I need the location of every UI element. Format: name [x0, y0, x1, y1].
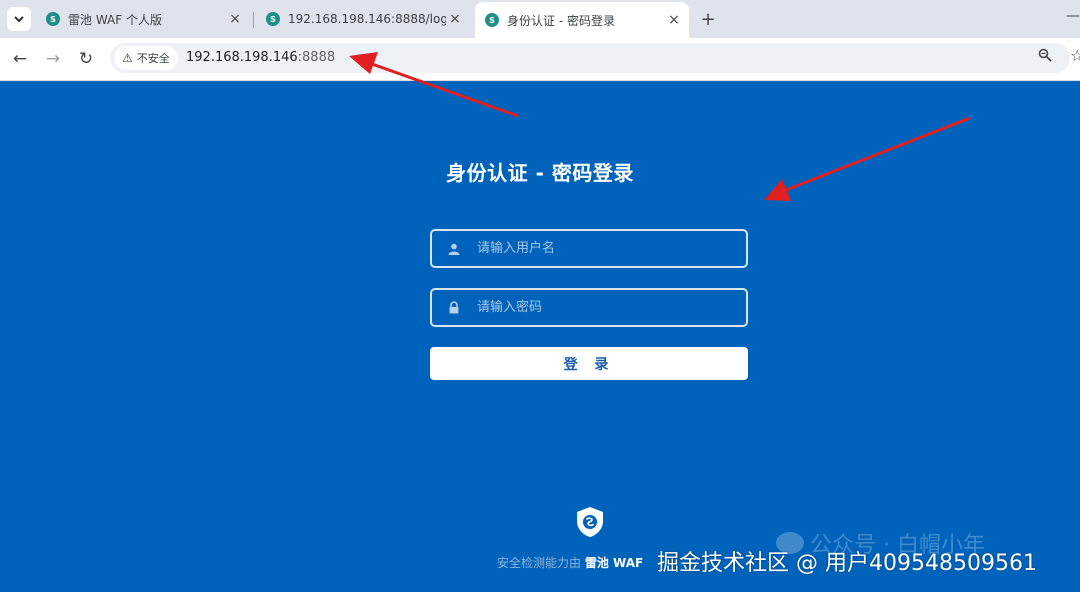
waf-shield-logo-icon [577, 507, 603, 537]
watermark-juejin: 掘金技术社区 @ 用户409548509561 [657, 551, 1037, 576]
new-tab-button[interactable]: + [697, 8, 719, 30]
plus-icon: + [700, 8, 716, 30]
url-port: :8888 [297, 50, 336, 65]
footer-brand: 雷池 WAF [584, 556, 644, 570]
lock-icon [447, 301, 461, 315]
url-text[interactable]: 192.168.198.146:8888 [186, 50, 335, 65]
chevron-down-icon [14, 16, 24, 23]
url-host: 192.168.198.146 [186, 50, 298, 65]
close-icon[interactable]: × [446, 10, 464, 28]
close-icon[interactable]: × [226, 10, 244, 28]
minimize-button[interactable]: — [1066, 8, 1080, 24]
user-icon [447, 242, 461, 256]
password-field[interactable] [430, 288, 748, 327]
password-input[interactable] [475, 299, 746, 316]
security-indicator[interactable]: ⚠ 不安全 [114, 46, 178, 70]
close-icon[interactable]: × [665, 11, 683, 29]
back-arrow-icon: ← [12, 49, 28, 69]
tab-login-url[interactable]: S 192.168.198.146:8888/login × [256, 5, 470, 33]
reload-button[interactable]: ↻ [74, 47, 98, 71]
back-button[interactable]: ← [8, 47, 32, 71]
tab-title: 雷池 WAF 个人版 [68, 12, 162, 27]
page-title: 身份认证 - 密码登录 [446, 161, 634, 185]
waf-favicon-icon: S [266, 12, 280, 26]
browser-toolbar: ← → ↻ ⚠ 不安全 192.168.198.146:8888 ☆ [0, 38, 1080, 81]
footer-powered-by: 安全检测能力由 雷池 WAF [497, 554, 643, 571]
login-button[interactable]: 登 录 [430, 347, 748, 380]
security-label: 不安全 [136, 52, 170, 65]
tab-identity-auth[interactable]: S 身份认证 - 密码登录 × [475, 2, 689, 38]
username-field[interactable] [430, 229, 748, 268]
footer-prefix: 安全检测能力由 [497, 556, 582, 570]
warning-icon: ⚠ [122, 51, 133, 65]
tab-divider [253, 12, 254, 28]
reload-icon: ↻ [78, 49, 94, 69]
address-bar[interactable]: ⚠ 不安全 192.168.198.146:8888 ☆ [110, 43, 1080, 73]
waf-favicon-icon: S [485, 13, 499, 27]
tab-title: 身份认证 - 密码登录 [507, 13, 615, 28]
tab-waf-personal[interactable]: S 雷池 WAF 个人版 × [36, 5, 250, 33]
forward-arrow-icon: → [45, 49, 61, 69]
forward-button[interactable]: → [41, 47, 65, 71]
tab-title: 192.168.198.146:8888/login [288, 12, 446, 26]
browser-tabstrip: S 雷池 WAF 个人版 × S 192.168.198.146:8888/lo… [0, 0, 1080, 38]
waf-favicon-icon: S [46, 12, 60, 26]
zoom-icon[interactable] [1038, 48, 1052, 66]
bookmark-star-icon[interactable]: ☆ [1070, 46, 1080, 65]
tab-search-button[interactable] [7, 7, 31, 31]
magnifier-icon [1038, 48, 1052, 62]
username-input[interactable] [475, 240, 746, 257]
